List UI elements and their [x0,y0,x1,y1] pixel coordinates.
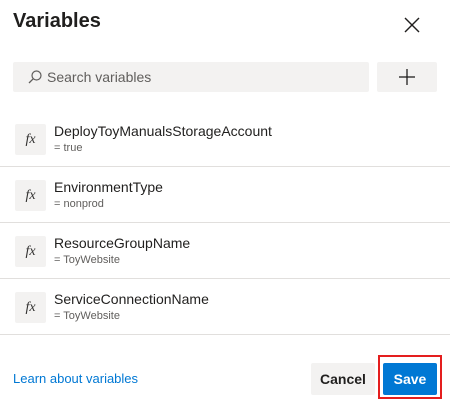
close-button[interactable] [397,10,427,40]
variable-name: ResourceGroupName [54,235,191,251]
search-box [13,62,369,92]
variable-name: ServiceConnectionName [54,291,209,307]
dialog-title: Variables [13,10,101,32]
variable-name: DeployToyManualsStorageAccount [54,123,272,139]
cancel-button[interactable]: Cancel [311,363,375,395]
search-input[interactable] [47,63,347,91]
close-icon [404,17,420,33]
variable-row[interactable]: fx DeployToyManualsStorageAccount = true [0,111,450,167]
variable-value: = nonprod [54,198,104,210]
search-icon [27,69,43,85]
variables-list: fx DeployToyManualsStorageAccount = true… [0,111,450,335]
variable-value: = true [54,142,83,154]
variable-row[interactable]: fx EnvironmentType = nonprod [0,167,450,223]
learn-about-variables-link[interactable]: Learn about variables [13,371,138,386]
variable-value: = ToyWebsite [54,254,120,266]
variable-row[interactable]: fx ResourceGroupName = ToyWebsite [0,223,450,279]
fx-icon: fx [15,180,46,211]
save-button[interactable]: Save [383,363,437,395]
fx-icon: fx [15,292,46,323]
variable-name: EnvironmentType [54,179,163,195]
add-variable-button[interactable] [377,62,437,92]
fx-icon: fx [15,236,46,267]
variable-row[interactable]: fx ServiceConnectionName = ToyWebsite [0,279,450,335]
plus-icon [399,69,415,85]
variable-value: = ToyWebsite [54,310,120,322]
fx-icon: fx [15,124,46,155]
